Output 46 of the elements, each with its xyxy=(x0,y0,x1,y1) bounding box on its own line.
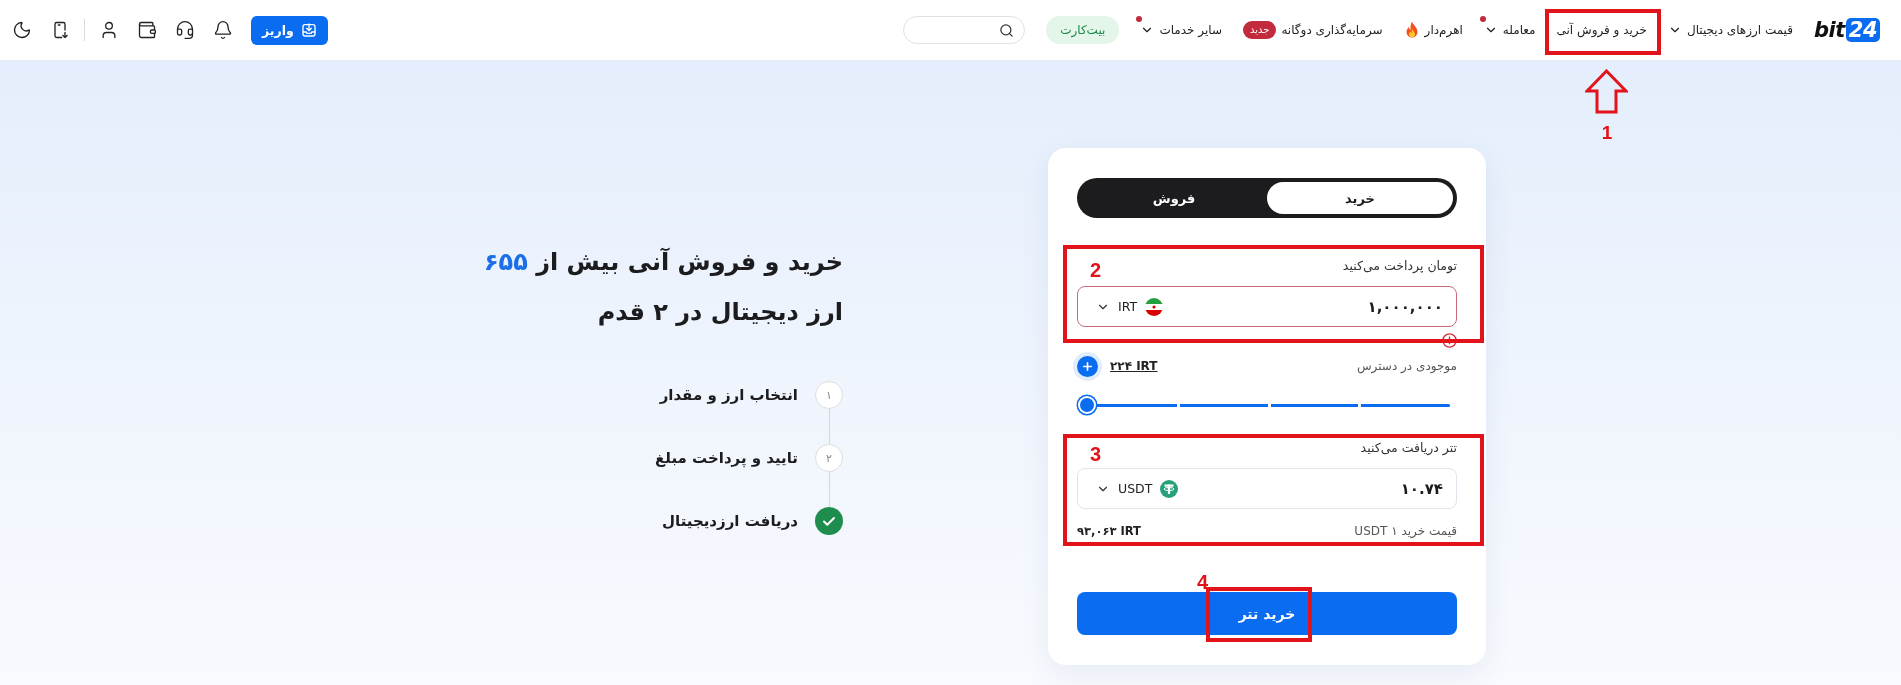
step-number: ۱ xyxy=(815,381,843,409)
error-icon xyxy=(1442,333,1457,348)
wallet-icon[interactable] xyxy=(137,20,157,40)
menu-link[interactable]: معامله xyxy=(1483,15,1536,45)
annotation-number: 4 xyxy=(1197,572,1209,592)
menu-link[interactable]: اهرم‌دار xyxy=(1403,15,1463,45)
balance-amount-link[interactable]: ۲۲۴ IRT xyxy=(1110,359,1158,373)
rate-value: ۹۳,۰۶۳ IRT xyxy=(1077,524,1141,538)
tether-coin-icon xyxy=(1160,479,1179,498)
balance-label: موجودی در دسترس xyxy=(1356,359,1457,373)
annotation-number: 1 xyxy=(1601,123,1613,143)
menu-link[interactable]: خرید و فروش آنی xyxy=(1556,15,1647,45)
deposit-button[interactable]: واریز xyxy=(251,15,328,45)
amount-value[interactable]: ۱۰.۷۴ xyxy=(1400,479,1443,498)
annotation-number: 2 xyxy=(1090,260,1102,280)
moon-icon[interactable] xyxy=(12,20,32,40)
iran-flag-icon xyxy=(1145,297,1164,316)
field-label: تتر دریافت می‌کنید xyxy=(1360,440,1457,456)
currency-selector[interactable]: USDT xyxy=(1096,479,1179,498)
download-icon xyxy=(300,22,317,38)
headset-icon[interactable] xyxy=(175,20,195,40)
menu-link[interactable]: سایر خدمات xyxy=(1140,15,1222,45)
slider-track[interactable] xyxy=(1078,396,1450,414)
step-label: تایید و پرداخت مبلغ xyxy=(655,448,798,469)
annotation-arrow xyxy=(1584,69,1628,114)
step-number: ۲ xyxy=(815,444,843,472)
search-icon xyxy=(999,22,1015,38)
menu-link[interactable]: سرمایه‌گذاری دوگانه xyxy=(1281,15,1383,45)
amount-value[interactable]: ۱,۰۰۰,۰۰۰ xyxy=(1367,297,1443,316)
menu-link[interactable]: قیمت ارزهای دیجیتال xyxy=(1667,15,1793,45)
trade-tab[interactable]: فروش xyxy=(1081,182,1267,214)
currency-selector[interactable]: IRT xyxy=(1096,297,1164,316)
field-label: تومان پرداخت می‌کنید xyxy=(1342,258,1457,274)
hero-title: خرید و فروش آنی بیش از ۶۵۵ ارز دیجیتال در ۲ قدم xyxy=(483,246,843,328)
card-button[interactable]: بیت‌کارت xyxy=(1046,16,1120,44)
rate-label: قیمت خرید ۱ USDT xyxy=(1354,524,1457,538)
add-funds-button[interactable] xyxy=(1077,355,1098,377)
new-badge: جدید xyxy=(1242,21,1277,39)
annotation-number: 3 xyxy=(1090,444,1102,464)
plus-icon xyxy=(1081,359,1094,373)
trade-tab[interactable]: خرید xyxy=(1267,182,1453,214)
bell-icon[interactable] xyxy=(213,20,233,40)
step-label: دریافت ارزدیجیتال xyxy=(662,511,798,532)
buy-button[interactable]: خرید تتر xyxy=(1077,592,1457,635)
step-label: انتخاب ارز و مقدار xyxy=(659,385,798,406)
slider-thumb[interactable] xyxy=(1078,396,1096,414)
